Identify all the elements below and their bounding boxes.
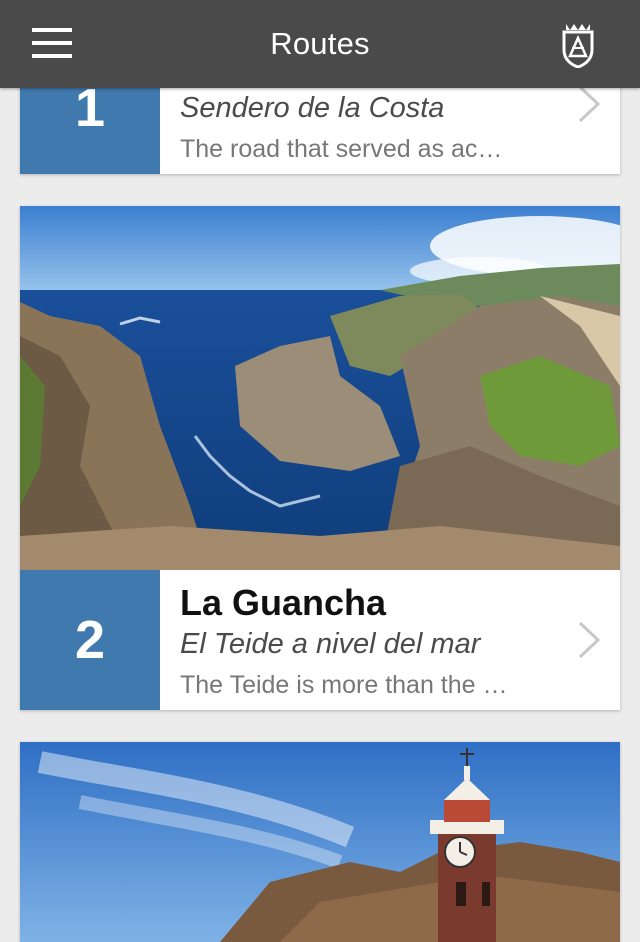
- app-header: Routes: [0, 0, 640, 88]
- route-subtitle: Sendero de la Costa: [180, 92, 445, 124]
- route-card-info[interactable]: 2 La Guancha El Teide a nivel del mar Th…: [20, 570, 620, 710]
- route-subtitle: El Teide a nivel del mar: [180, 628, 481, 660]
- page-title: Routes: [270, 26, 370, 61]
- coat-of-arms-icon[interactable]: [560, 20, 596, 68]
- route-name: La Guancha: [180, 582, 387, 623]
- route-card-2[interactable]: 2 La Guancha El Teide a nivel del mar Th…: [20, 206, 620, 710]
- route-description: The Teide is more than the …: [180, 671, 508, 699]
- chevron-right-icon: [578, 85, 601, 123]
- coastal-cliffs-photo: [20, 206, 620, 570]
- route-image-coastal-cliffs[interactable]: [20, 206, 620, 570]
- route-number: 2: [74, 610, 106, 670]
- route-card-3[interactable]: [20, 742, 620, 942]
- church-clock-tower-photo: [20, 742, 620, 942]
- route-image-church-tower[interactable]: [20, 742, 620, 942]
- route-description: The road that served as ac…: [180, 135, 503, 163]
- chevron-right-icon: [578, 621, 601, 659]
- route-number-badge: 2: [20, 570, 160, 710]
